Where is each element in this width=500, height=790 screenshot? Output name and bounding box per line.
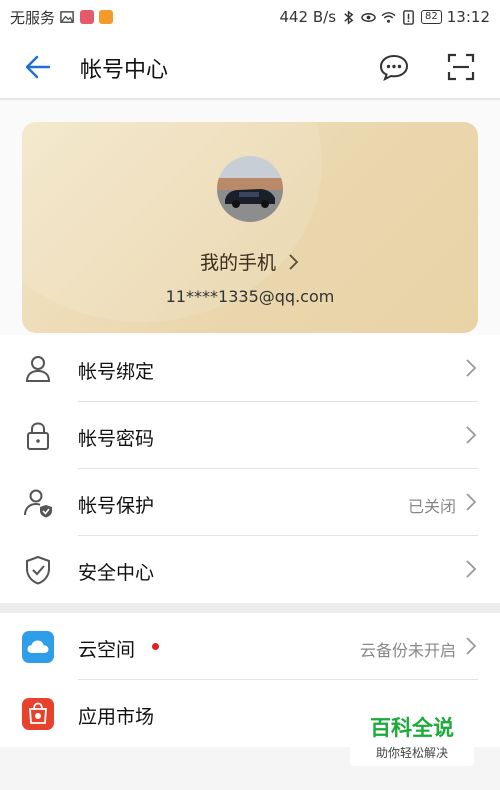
protection-status: 已关闭 [407,497,456,516]
chevron-right-icon [466,493,477,511]
calendar-notification-icon [80,10,95,24]
menu-item-security-center[interactable]: 安全中心 [0,536,500,603]
status-left: 无服务 [10,7,114,28]
profile-name[interactable]: 我的手机 [22,248,478,275]
chevron-right-icon [466,560,477,578]
page-title: 帐号中心 [80,58,169,83]
menu-item-label: 云空间 [78,639,136,661]
menu-item-label: 帐号绑定 [78,361,155,383]
watermark-subtitle: 助你轻松解决 [375,746,448,760]
scan-icon[interactable] [445,51,477,83]
section-divider [0,603,500,613]
person-icon [25,356,51,382]
video-notification-icon [99,10,114,24]
chevron-right-icon [466,359,477,377]
avatar[interactable] [217,156,283,222]
notification-dot [152,643,159,650]
clock: 13:12 [446,8,490,26]
message-icon[interactable] [378,51,410,83]
app-header: 帐号中心 [0,34,500,100]
menu-item-account-protection[interactable]: 帐号保护 已关闭 [0,469,500,536]
chevron-right-icon [289,254,299,270]
menu-item-account-password[interactable]: 帐号密码 [0,402,500,469]
battery-indicator: 82 [421,10,442,24]
lock-icon [27,422,49,450]
shield-check-icon [26,555,50,585]
gallery-notification-icon [60,10,74,23]
chevron-right-icon [466,426,477,444]
status-bar: 无服务 442 B/s 82 13:12 [0,0,500,34]
menu-item-cloud[interactable]: 云空间 云备份未开启 [0,613,500,680]
menu-item-label: 应用市场 [78,706,155,728]
back-arrow-icon[interactable] [22,51,54,83]
settings-list: 帐号绑定 帐号密码 帐号保护 已关闭 安全中心 云空间 云备份未开启 应用市场 [0,335,500,747]
menu-item-account-binding[interactable]: 帐号绑定 [0,335,500,402]
net-speed: 442 B/s [279,8,337,26]
profile-name-label: 我的手机 [199,252,276,274]
bluetooth-icon [344,9,354,25]
menu-item-label: 帐号保护 [78,495,155,517]
watermark-title: 百科全说 [370,716,454,740]
cloud-backup-status: 云备份未开启 [359,641,456,660]
menu-item-label: 帐号密码 [78,428,155,450]
cloud-app-icon [22,631,54,663]
signal-alert-icon [403,9,414,25]
person-shield-icon [24,489,52,518]
eye-comfort-icon [361,12,376,22]
profile-card[interactable]: 我的手机 11****1335@qq.com [22,122,478,333]
carrier-label: 无服务 [10,8,56,27]
app-market-icon [22,698,54,730]
watermark: 百科全说 助你轻松解决 [350,706,474,766]
profile-section: 我的手机 11****1335@qq.com [0,100,500,335]
status-right: 442 B/s 82 13:12 [279,8,490,26]
profile-email: 11****1335@qq.com [165,287,335,306]
wifi-icon [381,11,396,23]
chevron-right-icon [466,637,477,655]
menu-item-label: 安全中心 [78,562,155,584]
